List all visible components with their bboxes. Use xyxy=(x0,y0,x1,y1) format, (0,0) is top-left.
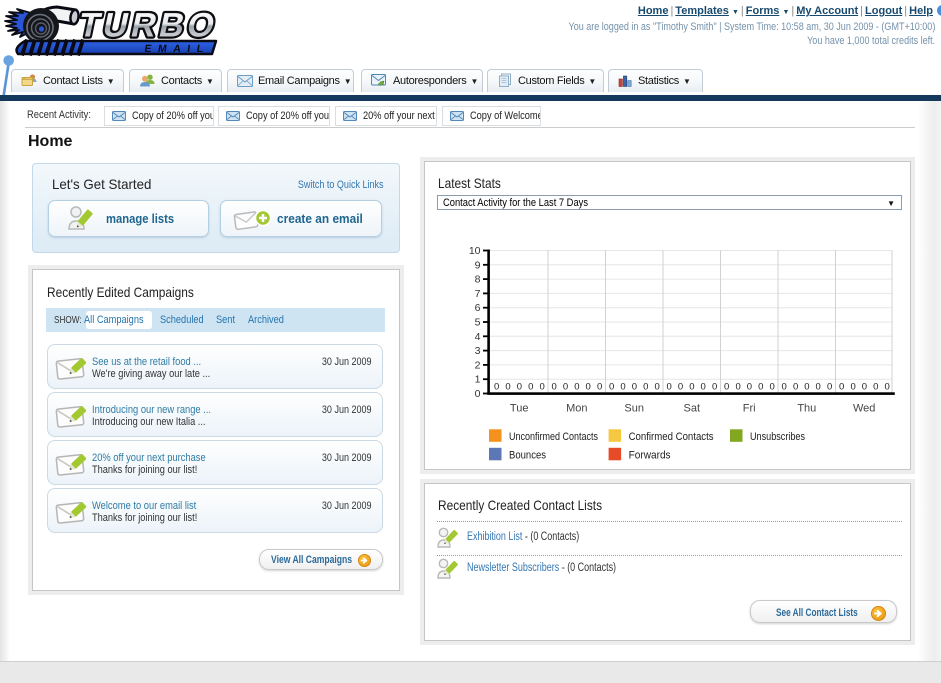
svg-text:0: 0 xyxy=(689,382,694,393)
svg-text:Unsubscribes: Unsubscribes xyxy=(750,431,805,443)
svg-text:Thu: Thu xyxy=(797,403,816,415)
svg-text:0: 0 xyxy=(609,382,614,393)
svg-text:0: 0 xyxy=(850,382,855,393)
svg-text:0: 0 xyxy=(769,382,774,393)
svg-text:0: 0 xyxy=(563,382,568,393)
svg-text:4: 4 xyxy=(475,331,481,343)
svg-text:0: 0 xyxy=(654,382,659,393)
svg-text:0: 0 xyxy=(552,382,557,393)
svg-text:Sat: Sat xyxy=(684,403,701,415)
svg-text:Confirmed Contacts: Confirmed Contacts xyxy=(629,431,714,443)
svg-text:0: 0 xyxy=(884,382,889,393)
svg-text:Unconfirmed Contacts: Unconfirmed Contacts xyxy=(509,431,598,443)
svg-text:1: 1 xyxy=(475,374,481,386)
svg-text:0: 0 xyxy=(724,382,729,393)
svg-text:Fri: Fri xyxy=(743,403,756,415)
svg-text:3: 3 xyxy=(475,345,481,357)
svg-text:0: 0 xyxy=(839,382,844,393)
svg-text:6: 6 xyxy=(475,302,481,314)
svg-text:0: 0 xyxy=(643,382,648,393)
svg-text:0: 0 xyxy=(505,382,510,393)
svg-text:Tue: Tue xyxy=(510,403,529,415)
svg-text:0: 0 xyxy=(475,388,481,400)
svg-text:0: 0 xyxy=(586,382,591,393)
svg-text:8: 8 xyxy=(475,274,481,286)
svg-text:0: 0 xyxy=(735,382,740,393)
svg-text:0: 0 xyxy=(712,382,717,393)
svg-text:Mon: Mon xyxy=(566,403,587,415)
svg-text:0: 0 xyxy=(804,382,809,393)
svg-text:0: 0 xyxy=(873,382,878,393)
svg-text:9: 9 xyxy=(475,259,481,271)
svg-text:Sun: Sun xyxy=(624,403,644,415)
svg-text:0: 0 xyxy=(678,382,683,393)
svg-text:0: 0 xyxy=(539,382,544,393)
svg-text:0: 0 xyxy=(620,382,625,393)
svg-text:TURBO: TURBO xyxy=(75,7,221,45)
svg-text:EMAIL: EMAIL xyxy=(144,43,211,55)
svg-text:0: 0 xyxy=(782,382,787,393)
svg-text:0: 0 xyxy=(816,382,821,393)
svg-text:0: 0 xyxy=(667,382,672,393)
svg-text:10: 10 xyxy=(469,245,481,257)
svg-text:0: 0 xyxy=(758,382,763,393)
svg-text:0: 0 xyxy=(862,382,867,393)
svg-text:0: 0 xyxy=(793,382,798,393)
svg-text:5: 5 xyxy=(475,317,481,329)
svg-text:2: 2 xyxy=(475,359,481,371)
svg-text:0: 0 xyxy=(632,382,637,393)
svg-text:Forwards: Forwards xyxy=(629,449,671,461)
svg-text:0: 0 xyxy=(827,382,832,393)
svg-text:0: 0 xyxy=(747,382,752,393)
svg-text:7: 7 xyxy=(475,288,481,300)
svg-text:0: 0 xyxy=(574,382,579,393)
svg-text:0: 0 xyxy=(528,382,533,393)
svg-text:0: 0 xyxy=(517,382,522,393)
svg-text:Wed: Wed xyxy=(853,403,875,415)
svg-text:0: 0 xyxy=(494,382,499,393)
svg-text:Bounces: Bounces xyxy=(509,449,546,461)
svg-text:0: 0 xyxy=(701,382,706,393)
svg-text:0: 0 xyxy=(597,382,602,393)
